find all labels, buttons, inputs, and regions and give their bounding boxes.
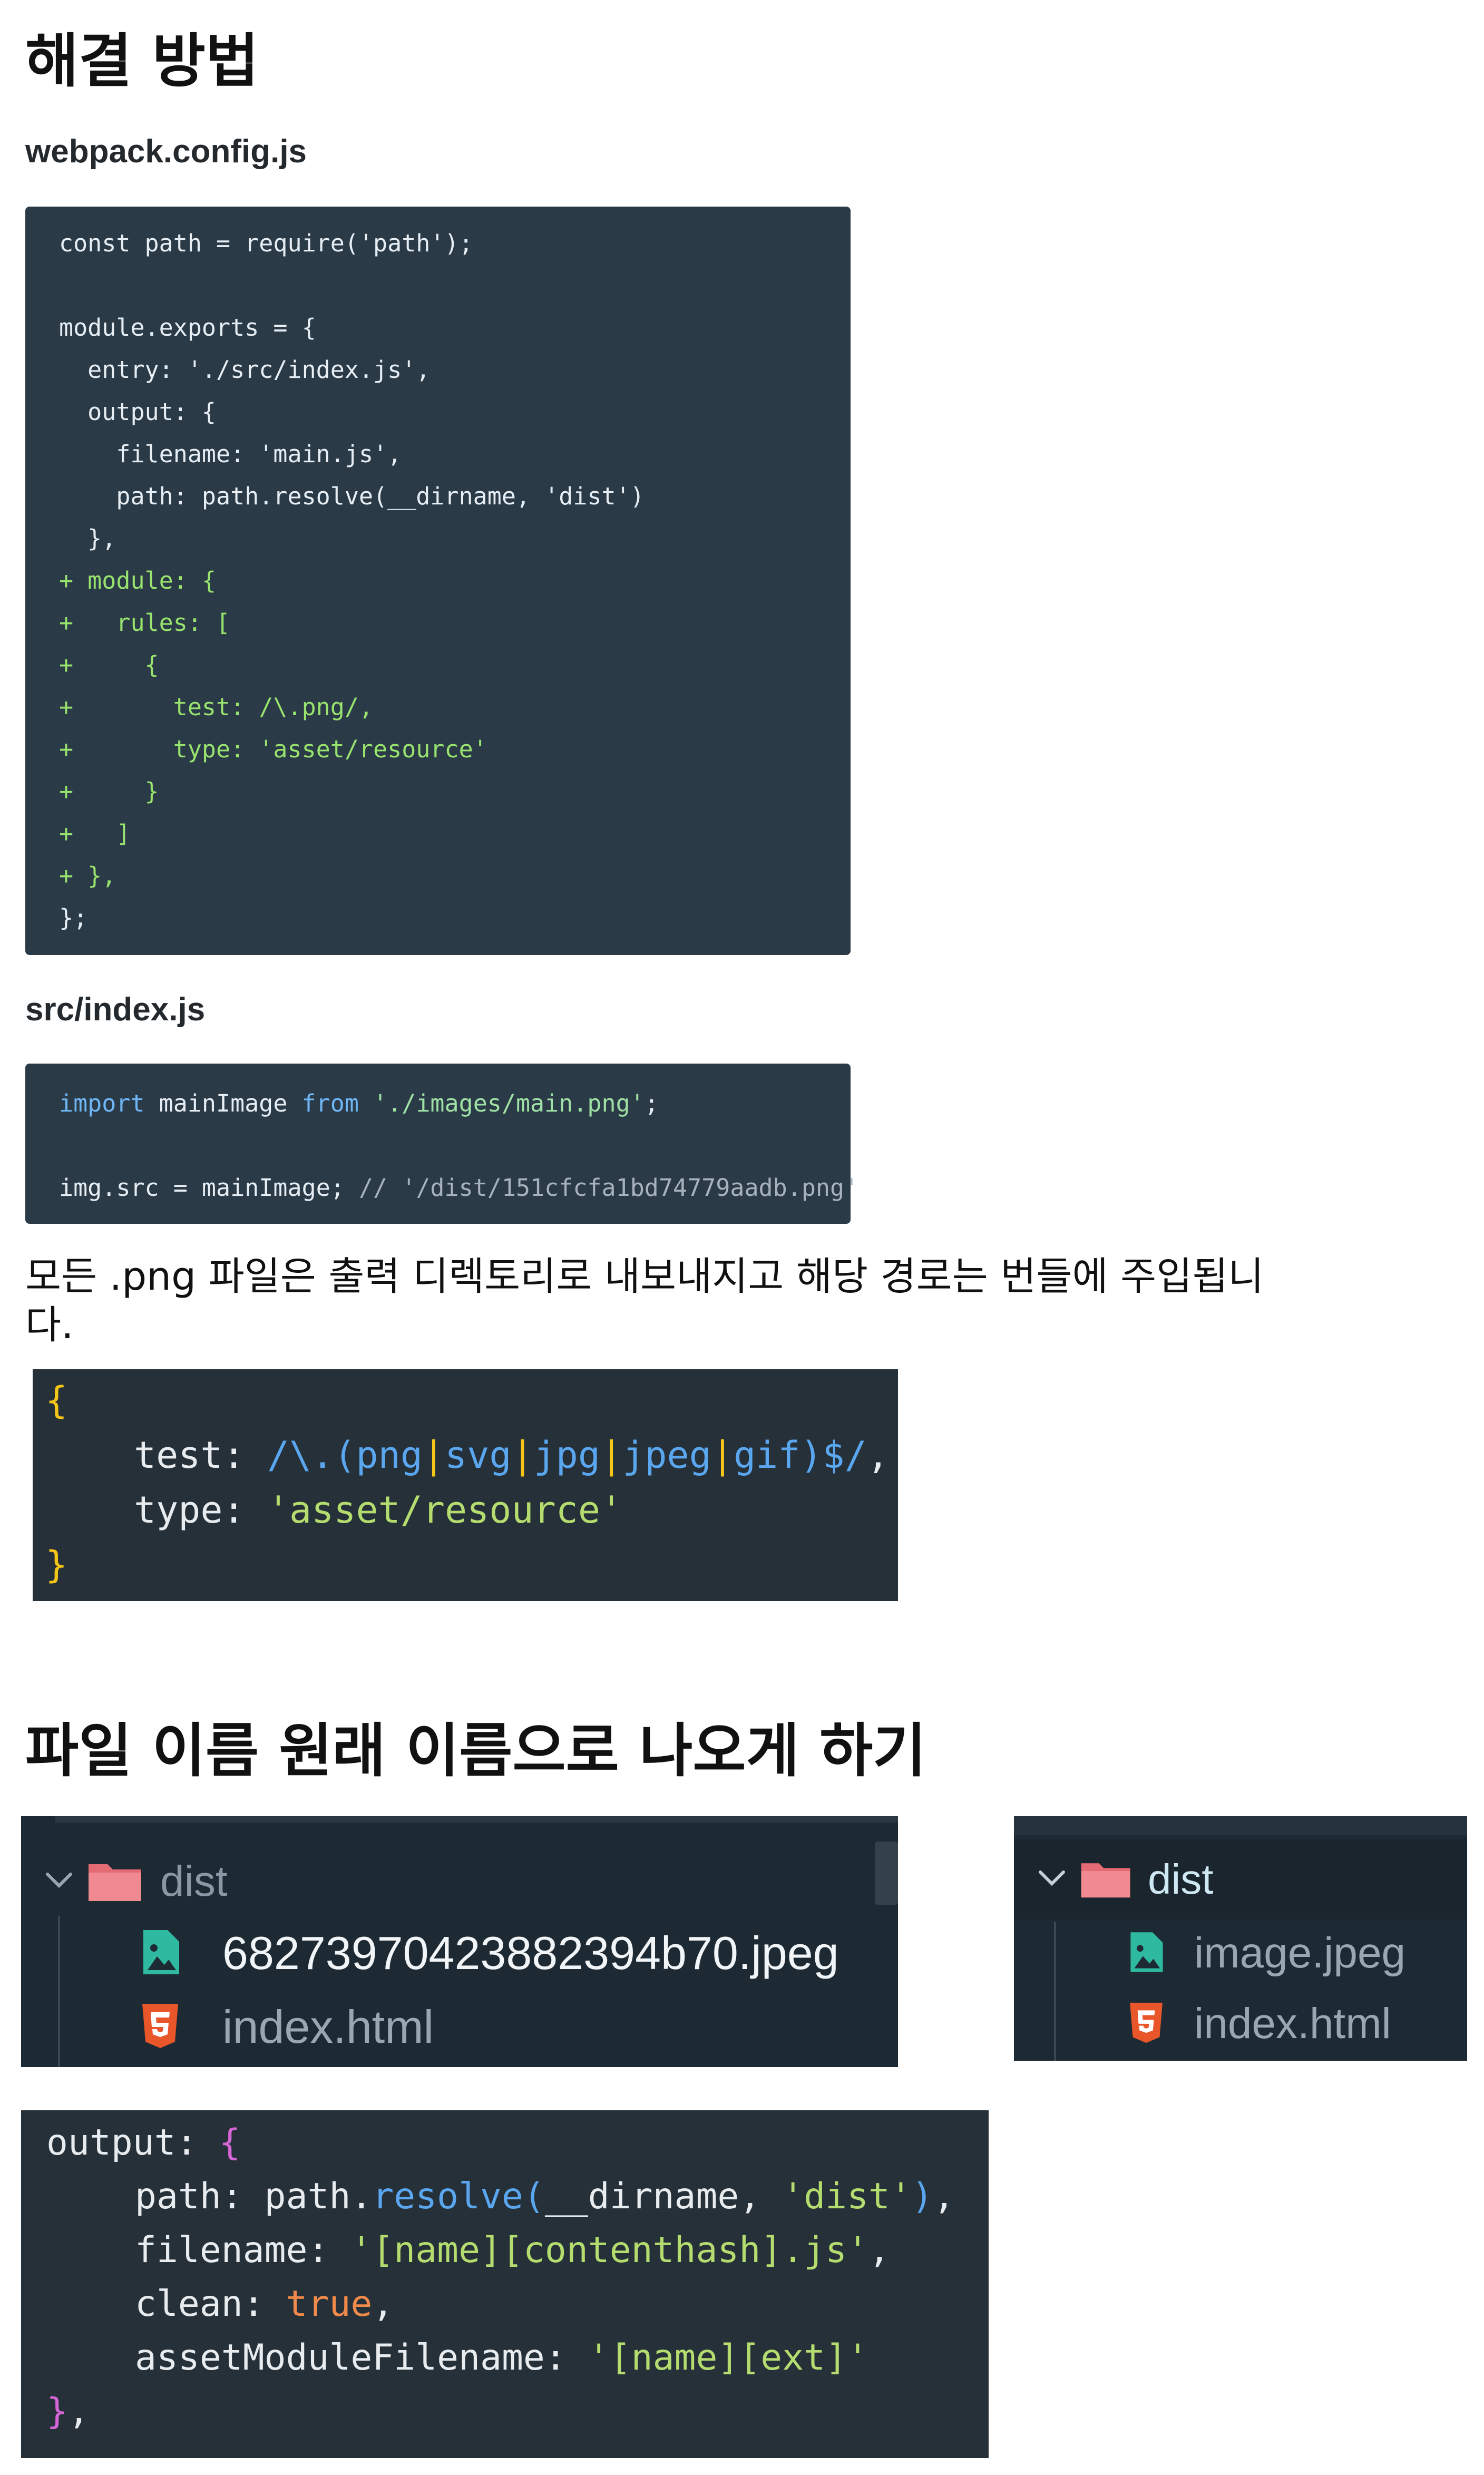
open-folder-icon: [86, 1857, 160, 1907]
code-line: + type: 'asset/resource': [59, 735, 487, 763]
image-file-icon: [140, 1928, 222, 1979]
close-brace: }: [45, 1543, 68, 1586]
type-line: type: 'asset/resource': [134, 1488, 623, 1532]
file-name: image.jpeg: [1194, 1929, 1406, 1977]
regex-separator: |: [711, 1434, 734, 1477]
code-lines: const path = require('path'); module.expo…: [59, 222, 851, 939]
image-file-icon: [1128, 1930, 1194, 1977]
tree-folder-dist[interactable]: dist: [1037, 1848, 1214, 1911]
code-line: + ]: [59, 820, 131, 847]
code-line: const path = require('path');: [59, 229, 473, 257]
tree-file-row[interactable]: index.html: [140, 1995, 434, 2059]
section-heading-filename: 파일 이름 원래 이름으로 나오게 하기: [25, 1717, 926, 1785]
html5-file-icon: [140, 2003, 222, 2052]
code-line: filename: 'main.js',: [59, 440, 402, 468]
regex-separator: |: [600, 1434, 623, 1477]
code-line: + {: [59, 651, 159, 679]
code-line: module.exports = {: [59, 314, 316, 342]
folder-name: dist: [1148, 1856, 1214, 1903]
code-line-img-src: img.src = mainImage; // '/dist/151cfcfa1…: [59, 1174, 859, 1202]
code-line: output: {: [59, 398, 217, 426]
file-name: 68273970423882394b70.jpeg: [222, 1927, 839, 1979]
open-brace: {: [45, 1379, 68, 1422]
webpack-config-code-block: const path = require('path'); module.expo…: [25, 207, 851, 955]
path-line: path: path.resolve(__dirname, 'dist'),: [135, 2176, 955, 2217]
section-heading-solution: 해결 방법: [25, 27, 259, 95]
tree-file-row[interactable]: image.jpeg: [1128, 1922, 1405, 1985]
output-config-screenshot: output: { path: path.resolve(__dirname, …: [21, 2110, 989, 2458]
regex-suffix: )$/: [800, 1434, 867, 1477]
code-line: + }: [59, 777, 159, 805]
regex-extension: gif: [733, 1434, 800, 1477]
regex-separator: |: [511, 1434, 534, 1477]
regex-extension: jpg: [533, 1434, 601, 1477]
chevron-down-icon: [1037, 1868, 1079, 1892]
asset-rule-screenshot: { test: /\.(png|svg|jpg|jpeg|gif)$/, typ…: [33, 1369, 898, 1601]
file-tree-after: dist image.jpeg index.html: [1014, 1816, 1467, 2061]
code-line: + rules: [: [59, 609, 231, 637]
file-name: index.html: [1194, 2000, 1391, 2048]
scrollbar[interactable]: [875, 1841, 898, 1905]
open-folder-icon: [1079, 1856, 1148, 1903]
code-line: + module: {: [59, 567, 217, 595]
regex-extension: jpeg: [622, 1434, 711, 1477]
regex-extension: svg: [445, 1434, 512, 1477]
html5-file-icon: [1128, 2002, 1194, 2047]
regex-prefix: /\.(: [267, 1434, 356, 1477]
output-close-line: },: [46, 2391, 90, 2432]
clean-line: clean: true,: [135, 2283, 394, 2325]
code-line: path: path.resolve(__dirname, 'dist'): [59, 482, 645, 510]
file-label-src-index: src/index.js: [25, 991, 206, 1028]
code-line-import: import mainImage from './images/main.png…: [59, 1089, 659, 1117]
folder-name: dist: [160, 1857, 228, 1905]
index-js-code-block: import mainImage from './images/main.png…: [25, 1064, 859, 1224]
file-label-webpack-config: webpack.config.js: [25, 133, 307, 170]
description-paragraph: 모든 .png 파일은 출력 디렉토리로 내보내지고 해당 경로는 번들에 주입…: [25, 1254, 1264, 1348]
tree-file-row[interactable]: 68273970423882394b70.jpeg: [140, 1922, 839, 1985]
code-line: + test: /\.png/,: [59, 693, 374, 721]
test-line: test: /\.(png|svg|jpg|jpeg|gif)$/,: [134, 1434, 889, 1477]
asset-module-filename-line: assetModuleFilename: '[name][ext]': [135, 2337, 868, 2379]
file-tree-before: dist 68273970423882394b70.jpeg index.htm…: [21, 1816, 898, 2067]
comma: ,: [866, 1434, 889, 1477]
test-regex: /\.(png|svg|jpg|jpeg|gif)$/,: [267, 1434, 889, 1477]
regex-separator: |: [422, 1434, 445, 1477]
filename-line: filename: '[name][contenthash].js',: [135, 2229, 890, 2271]
file-name: index.html: [222, 2001, 434, 2053]
code-line: };: [59, 904, 88, 932]
code-line: + },: [59, 862, 116, 890]
output-line: output: {: [46, 2122, 241, 2164]
code-line: entry: './src/index.js',: [59, 356, 431, 384]
tree-folder-dist[interactable]: dist: [44, 1850, 228, 1913]
regex-extension: png: [356, 1434, 423, 1477]
tree-file-row[interactable]: index.html: [1128, 1992, 1391, 2055]
chevron-down-icon: [44, 1870, 86, 1894]
code-line: },: [59, 524, 116, 552]
